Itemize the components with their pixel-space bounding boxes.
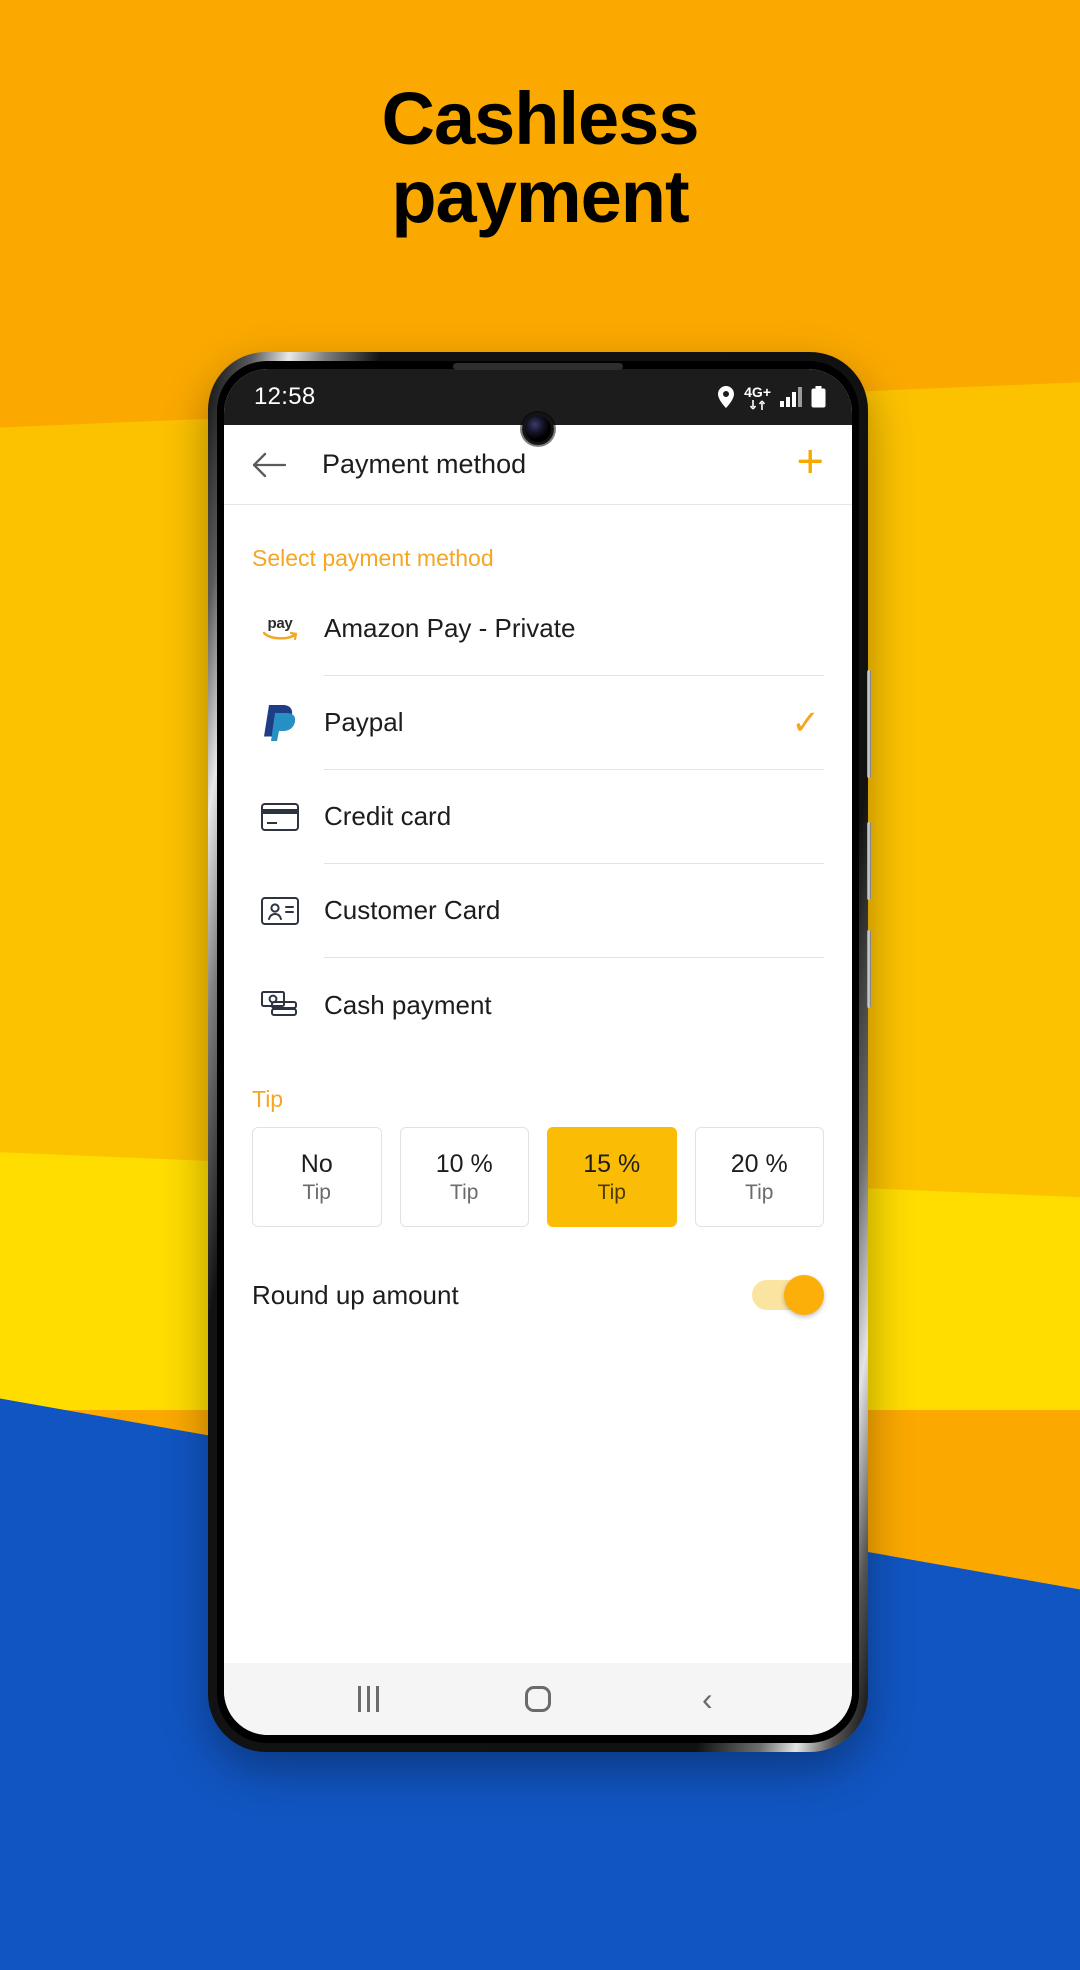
payment-method-label: Paypal bbox=[324, 707, 404, 737]
phone-side-button-up bbox=[867, 822, 871, 900]
amazon-pay-icon: pay bbox=[252, 616, 308, 642]
back-button[interactable] bbox=[252, 451, 304, 479]
data-transfer-icon bbox=[749, 399, 765, 410]
tip-option-value: 20 % bbox=[730, 1149, 788, 1178]
payment-method-customer-card[interactable]: Customer Card bbox=[252, 864, 824, 958]
phone-side-button-power bbox=[867, 930, 871, 1008]
tip-option-no[interactable]: No Tip bbox=[252, 1127, 382, 1227]
round-up-row: Round up amount bbox=[252, 1227, 824, 1315]
tip-option-15[interactable]: 15 % Tip bbox=[547, 1127, 677, 1227]
select-payment-method-label: Select payment method bbox=[252, 545, 494, 571]
nav-back-button[interactable]: ‹ bbox=[667, 1683, 747, 1715]
tip-option-value: No bbox=[300, 1149, 333, 1178]
payment-method-amazon-pay[interactable]: pay Amazon Pay - Private bbox=[252, 582, 824, 676]
home-button[interactable] bbox=[498, 1686, 578, 1712]
cash-icon bbox=[252, 990, 308, 1020]
tip-option-10[interactable]: 10 % Tip bbox=[399, 1127, 529, 1227]
payment-method-list: pay Amazon Pay - Private Paypal ✓ Credit… bbox=[252, 582, 824, 1052]
headline-line-1: Cashless bbox=[381, 77, 700, 160]
phone-screen: 12:58 4G+ Payment method + Select paymen… bbox=[224, 369, 852, 1735]
network-type-icon: 4G+ bbox=[744, 385, 771, 410]
tip-option-caption: Tip bbox=[745, 1180, 774, 1204]
tip-option-value: 15 % bbox=[583, 1149, 641, 1178]
payment-method-row-body: Cash payment bbox=[324, 958, 824, 1052]
payment-method-row-body: Customer Card bbox=[324, 864, 824, 958]
android-navigation-bar: ‹ bbox=[224, 1663, 852, 1735]
tip-option-caption: Tip bbox=[302, 1180, 331, 1204]
payment-method-cash[interactable]: Cash payment bbox=[252, 958, 824, 1052]
payment-content: Select payment method pay Amazon Pay - P… bbox=[224, 505, 852, 1663]
toggle-knob bbox=[784, 1275, 824, 1315]
round-up-toggle[interactable] bbox=[752, 1275, 824, 1315]
round-up-label: Round up amount bbox=[252, 1279, 459, 1310]
headline-line-2: payment bbox=[391, 155, 689, 239]
payment-method-label: Customer Card bbox=[324, 895, 501, 925]
home-icon bbox=[524, 1686, 551, 1712]
earpiece-speaker bbox=[453, 363, 623, 370]
tip-option-value: 10 % bbox=[435, 1149, 493, 1178]
promo-headline: Cashless payment bbox=[0, 77, 1080, 239]
phone-mockup: 12:58 4G+ Payment method + Select paymen… bbox=[208, 352, 871, 1752]
tip-options: No Tip 10 % Tip 15 % Tip 20 % Tip bbox=[252, 1127, 824, 1227]
tip-option-20[interactable]: 20 % Tip bbox=[694, 1127, 824, 1227]
paypal-icon bbox=[252, 703, 308, 743]
battery-icon bbox=[811, 386, 826, 408]
credit-card-icon bbox=[252, 803, 308, 831]
chevron-left-icon: ‹ bbox=[701, 1681, 713, 1717]
phone-bezel: 12:58 4G+ Payment method + Select paymen… bbox=[217, 361, 859, 1743]
phone-side-button-volume bbox=[867, 670, 871, 778]
status-bar-icons: 4G+ bbox=[717, 385, 826, 410]
recents-button[interactable] bbox=[329, 1686, 409, 1712]
signal-bars-icon bbox=[780, 387, 802, 407]
payment-method-paypal[interactable]: Paypal ✓ bbox=[252, 676, 824, 770]
tip-option-caption: Tip bbox=[450, 1180, 479, 1204]
front-camera-punch-hole bbox=[522, 413, 554, 445]
add-payment-method-button[interactable]: + bbox=[797, 437, 824, 484]
payment-method-label: Amazon Pay - Private bbox=[324, 613, 576, 643]
selected-check-icon: ✓ bbox=[791, 703, 821, 742]
recents-icon bbox=[358, 1686, 380, 1712]
tip-section-label: Tip bbox=[252, 1086, 284, 1112]
tip-option-caption: Tip bbox=[597, 1180, 626, 1204]
customer-card-icon bbox=[252, 897, 308, 925]
location-pin-icon bbox=[717, 386, 735, 408]
page-title: Payment method bbox=[322, 449, 527, 479]
payment-method-label: Credit card bbox=[324, 801, 452, 831]
payment-method-credit-card[interactable]: Credit card bbox=[252, 770, 824, 864]
payment-method-row-body: Paypal ✓ bbox=[324, 676, 824, 770]
arrow-left-icon bbox=[252, 452, 286, 477]
payment-method-label: Cash payment bbox=[324, 989, 492, 1020]
status-bar-time: 12:58 bbox=[254, 383, 316, 410]
payment-method-row-body: Credit card bbox=[324, 770, 824, 864]
payment-method-row-body: Amazon Pay - Private bbox=[324, 582, 824, 676]
network-type-label: 4G+ bbox=[744, 383, 771, 400]
